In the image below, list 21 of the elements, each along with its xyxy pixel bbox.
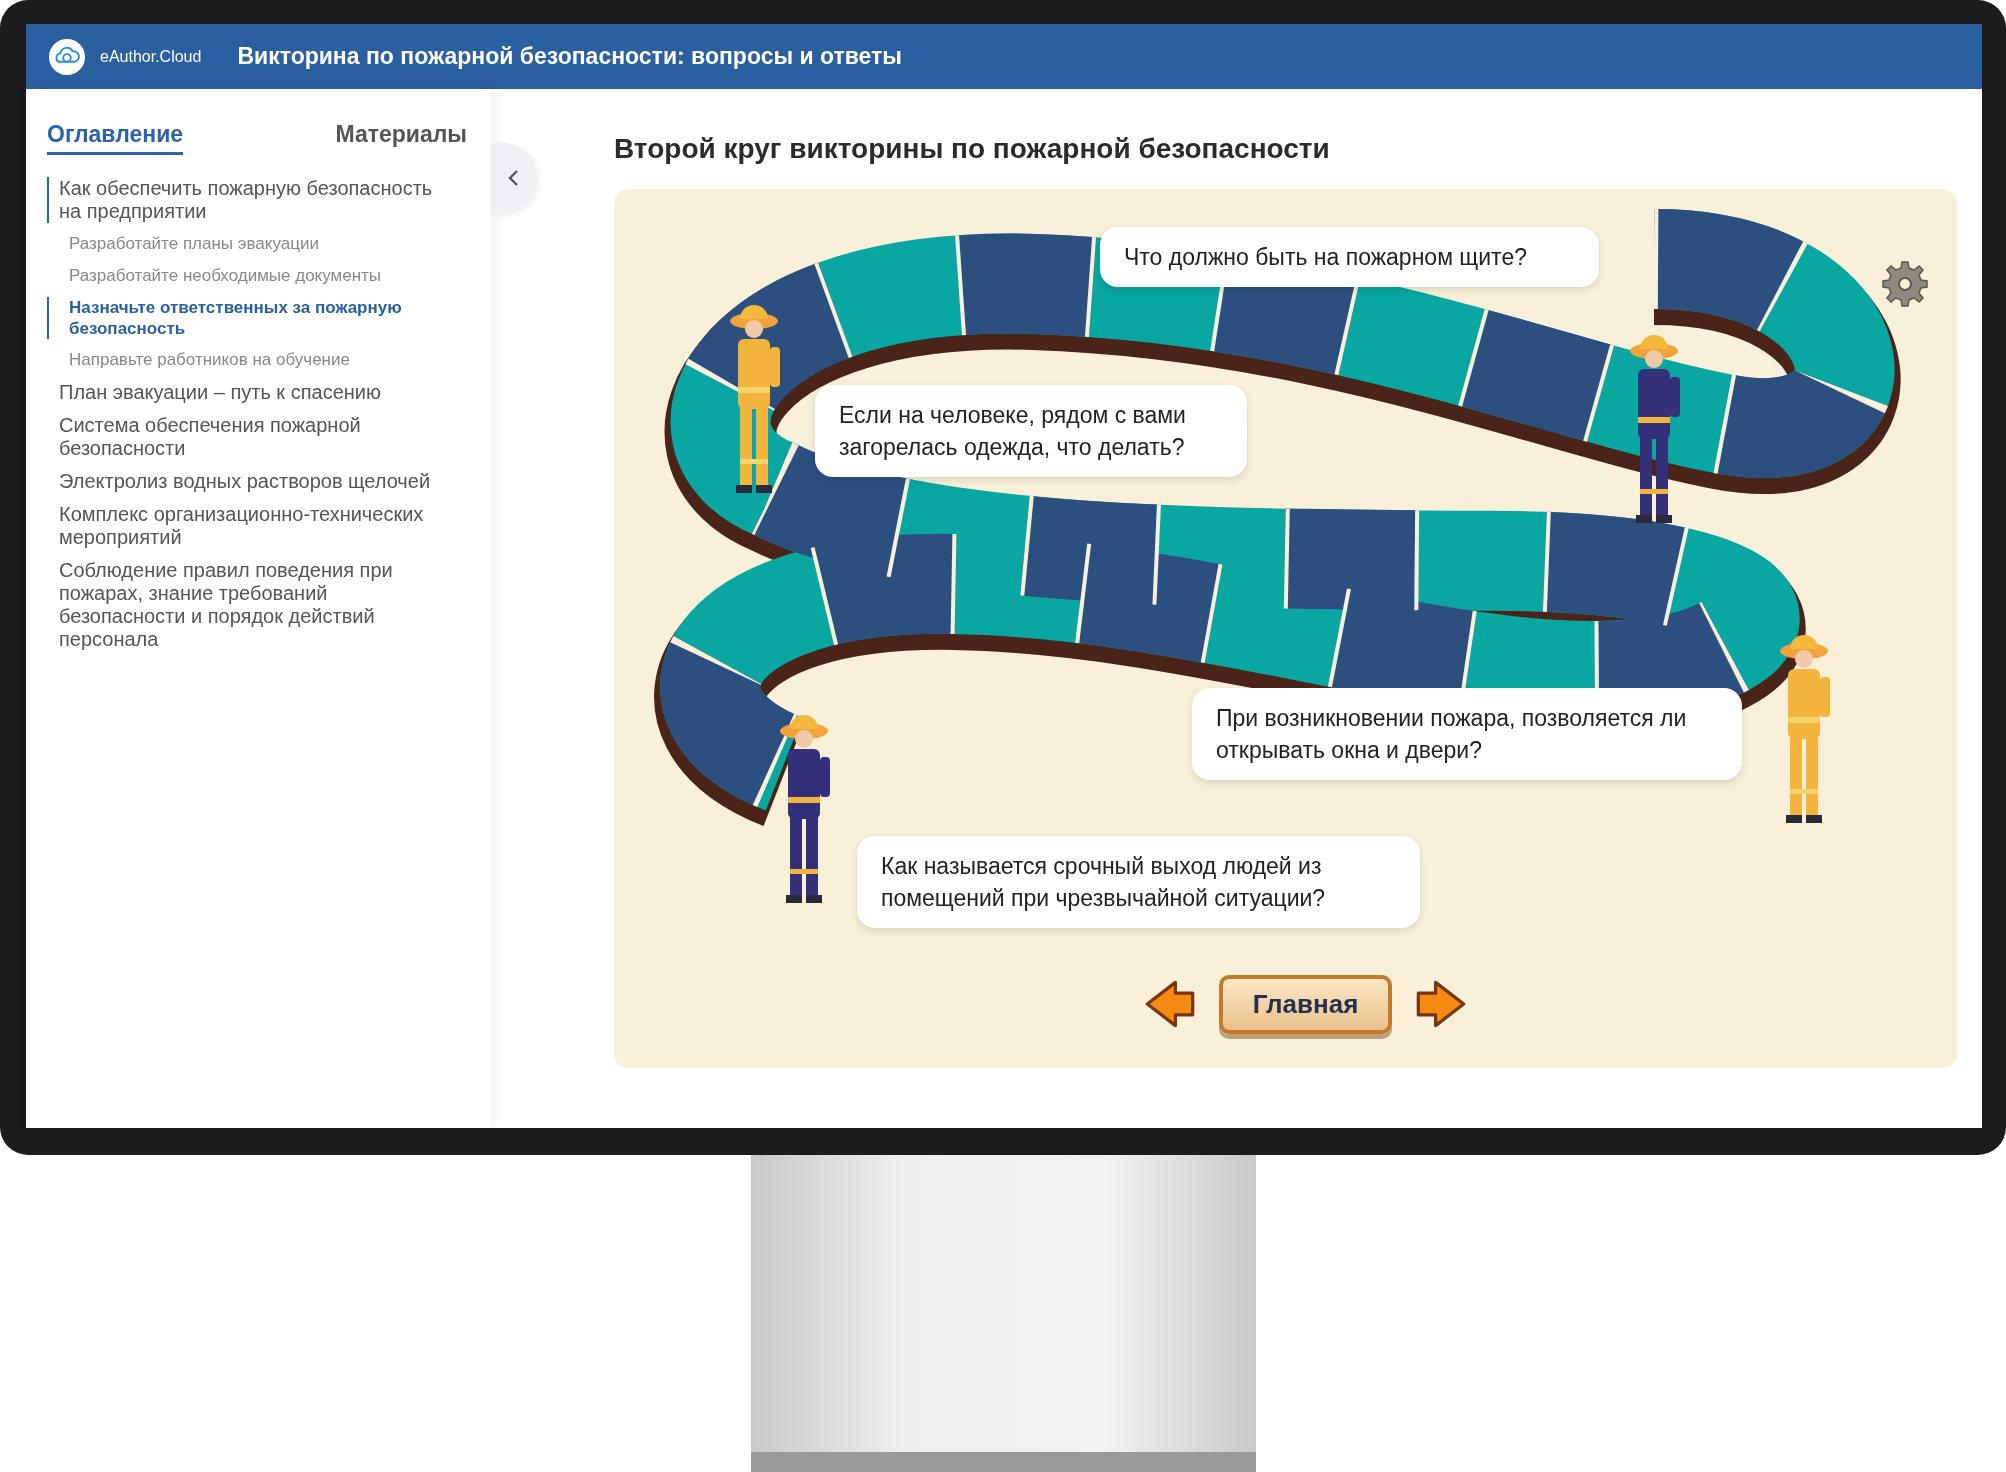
- cloud-logo-icon: [48, 37, 86, 76]
- toc-item[interactable]: Как обеспечить пожарную безопасность на предприятии: [47, 177, 442, 223]
- brand-name: eAuthor.Cloud: [100, 47, 202, 66]
- toc-subitem[interactable]: Разработайте необходимые документы: [47, 265, 442, 287]
- toc-item[interactable]: Комплекс организационно-технических мероприятий: [47, 503, 442, 549]
- toc-item[interactable]: Соблюдение правил поведения при пожарах, знание требований безопасности и порядок действий персонала: [47, 559, 442, 651]
- course-title: Викторина по пожарной безопасности: вопросы и ответы: [237, 43, 902, 70]
- question-bubble[interactable]: Что должно быть на пожарном щите?: [1100, 227, 1599, 287]
- section-heading: Второй круг викторины по пожарной безопасности: [614, 133, 1331, 165]
- question-bubble[interactable]: Если на человеке, рядом с вами загорелась одежда, что делать?: [815, 385, 1247, 477]
- toc-subitem[interactable]: Разработайте планы эвакуации: [47, 233, 442, 255]
- toc-subitem[interactable]: Назначьте ответственных за пожарную безопасность: [47, 297, 442, 339]
- toc-subitem[interactable]: Направьте работников на обучение: [47, 349, 442, 371]
- sidebar-tab[interactable]: Оглавление: [47, 121, 184, 155]
- question-bubble[interactable]: При возникновении пожара, позволяется ли открывать окна и двери?: [1192, 688, 1742, 780]
- sidebar-tab[interactable]: Материалы: [335, 121, 467, 155]
- toc-item[interactable]: Электролиз водных растворов щелочей: [47, 470, 442, 493]
- question-bubble[interactable]: Как называется срочный выход людей из помещений при чрезвычайной ситуации?: [857, 836, 1420, 928]
- toc-item[interactable]: Система обеспечения пожарной безопасности: [47, 414, 442, 460]
- toc-item[interactable]: План эвакуации – путь к спасению: [47, 381, 442, 404]
- gear-icon[interactable]: [1880, 259, 1930, 309]
